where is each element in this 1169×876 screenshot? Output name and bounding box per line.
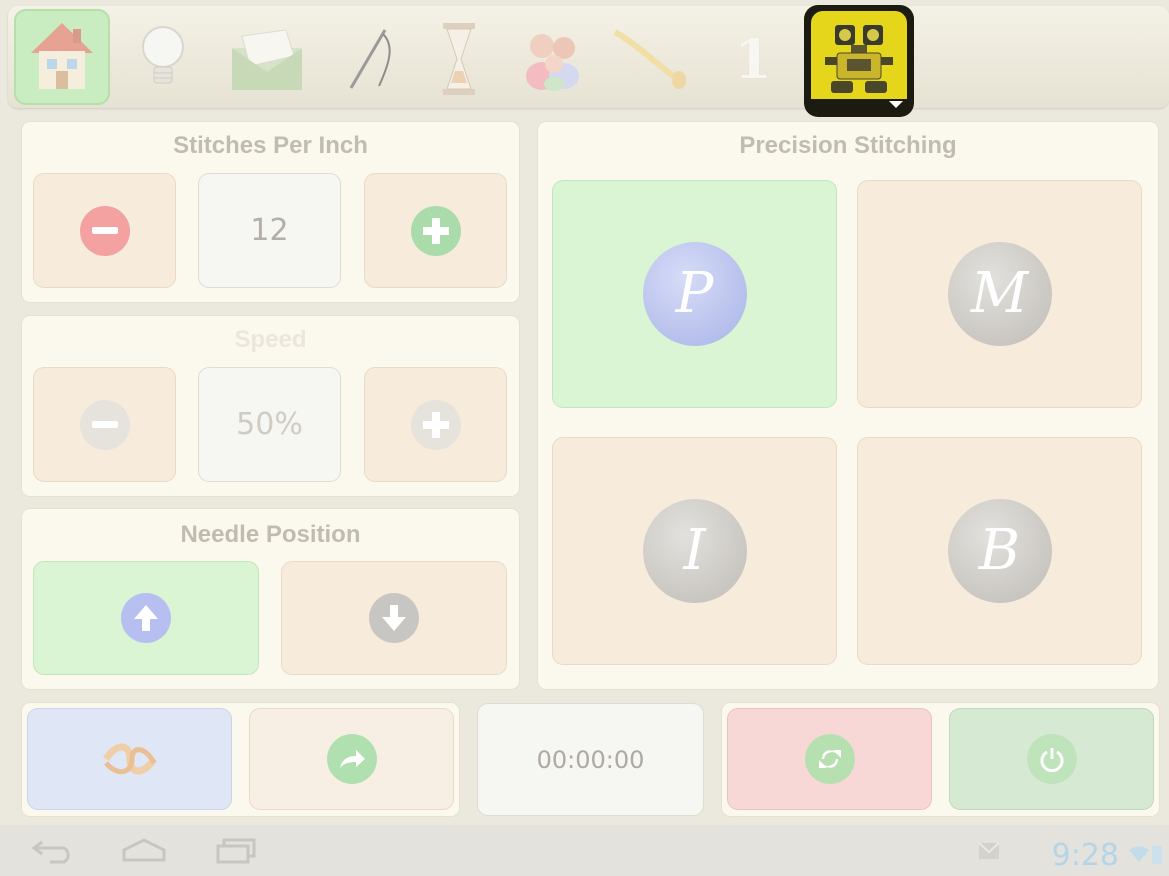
power-button[interactable] [950, 709, 1153, 809]
stitches-increase-button[interactable] [365, 174, 506, 287]
needle-panel: Needle Position [22, 509, 519, 689]
forward-arrow-icon [326, 734, 377, 784]
speed-decrease-button[interactable] [34, 368, 175, 481]
knot-icon [102, 743, 157, 775]
mode-b-button[interactable]: B [858, 438, 1141, 664]
minus-icon [79, 399, 130, 450]
speed-increase-button[interactable] [365, 368, 506, 481]
mode-i-button[interactable]: I [553, 438, 836, 664]
speed-value: 50% [236, 407, 303, 442]
tie-off-button[interactable] [28, 709, 231, 809]
bottom-right-panel [722, 703, 1159, 816]
letter-m-icon: M [947, 242, 1052, 346]
home-nav-icon[interactable] [120, 838, 168, 868]
back-icon[interactable] [30, 838, 74, 868]
forward-button[interactable] [250, 709, 453, 809]
one-label: 1 [734, 27, 772, 91]
speed-panel: Speed 50% [22, 316, 519, 496]
needle-thread-icon[interactable] [324, 14, 414, 104]
top-toolbar: 1 [8, 5, 1169, 117]
precision-title: Precision Stitching [739, 132, 957, 159]
people-icon[interactable] [508, 14, 598, 104]
arrow-up-icon [121, 593, 171, 643]
stitches-decrease-button[interactable] [34, 174, 175, 287]
wifi-icon [1128, 844, 1150, 868]
hourglass-icon[interactable] [414, 14, 504, 104]
status-clock: 9:28 [1051, 838, 1119, 873]
one-icon[interactable]: 1 [708, 14, 798, 104]
stitches-value-display: 12 [199, 174, 340, 287]
stitches-title: Stitches Per Inch [173, 132, 368, 159]
plus-icon [410, 205, 461, 256]
stitches-panel: Stitches Per Inch 12 [22, 122, 519, 302]
battery-icon [1152, 844, 1162, 868]
speed-value-display: 50% [199, 368, 340, 481]
precision-panel: Precision Stitching P M I B [538, 122, 1158, 689]
power-icon [1026, 734, 1077, 784]
plus-icon [410, 399, 461, 450]
refresh-icon [804, 734, 855, 784]
speed-title: Speed [234, 326, 307, 353]
reset-button[interactable] [728, 709, 931, 809]
arrow-down-icon [369, 593, 419, 643]
thread-icon[interactable] [604, 14, 694, 104]
letter-i-icon: I [642, 499, 747, 603]
minus-icon [79, 205, 130, 256]
robot-icon[interactable] [804, 5, 914, 117]
stitches-value: 12 [250, 213, 289, 248]
needle-down-button[interactable] [282, 562, 506, 674]
lightbulb-icon[interactable] [118, 14, 208, 104]
mail-icon [978, 842, 1000, 864]
mode-p-button[interactable]: P [553, 181, 836, 407]
bottom-left-panel [22, 703, 459, 816]
timer-value: 00:00:00 [536, 745, 645, 774]
letter-p-icon: P [642, 242, 747, 346]
letter-b-icon: B [947, 499, 1052, 603]
recent-apps-icon[interactable] [214, 838, 258, 868]
needle-up-button[interactable] [34, 562, 258, 674]
home-icon[interactable] [14, 9, 110, 105]
envelope-icon[interactable] [222, 14, 312, 104]
mode-m-button[interactable]: M [858, 181, 1141, 407]
timer-display: 00:00:00 [478, 704, 703, 815]
needle-title: Needle Position [180, 521, 361, 548]
